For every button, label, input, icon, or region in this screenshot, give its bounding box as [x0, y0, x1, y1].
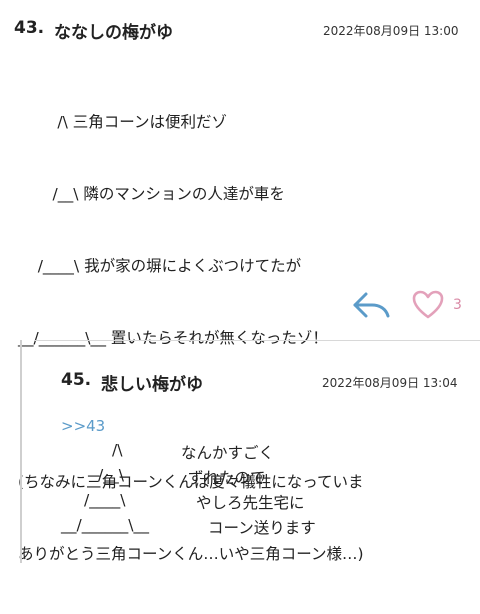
ascii-art-line: /\ [112, 441, 123, 459]
post-body-line: やしろ先生宅に [196, 494, 305, 512]
post-date: 2022年08月09日 13:00 [323, 24, 459, 38]
reply-arrow-icon[interactable] [352, 290, 392, 320]
ascii-art-line: __/______\__ [61, 516, 149, 534]
post-body-line: /\ 三角コーンは便利だゾ [18, 113, 228, 131]
post-date: 2022年08月09日 13:04 [322, 376, 458, 390]
post-body-line: コーン送ります [208, 519, 316, 537]
reply-divider [34, 340, 480, 341]
poster-name: 悲しい梅がゆ [101, 375, 203, 395]
anchor-link[interactable]: >>43 [61, 417, 105, 435]
post-body-line: /____\ 我が家の塀によくぶつけてたが [18, 257, 302, 275]
heart-icon[interactable] [412, 289, 444, 321]
ascii-art-line: /____\ [84, 491, 126, 509]
post-body-line: なんかすごく [181, 444, 275, 462]
post-number: 43. [14, 18, 45, 38]
like-count: 3 [453, 297, 462, 313]
post-body-line: /__\ 隣のマンションの人達が車を [18, 185, 285, 203]
poster-name: ななしの梅がゆ [54, 23, 173, 43]
ascii-art-line: /__\ [98, 466, 124, 484]
post-number: 45. [61, 370, 92, 390]
post-body-line: ずれたので [188, 469, 266, 487]
reply-post-45: 45. 悲しい梅がゆ 2022年08月09日 13:04 >>43 /\ /__… [20, 340, 480, 563]
reply-indent-bar [20, 340, 22, 563]
